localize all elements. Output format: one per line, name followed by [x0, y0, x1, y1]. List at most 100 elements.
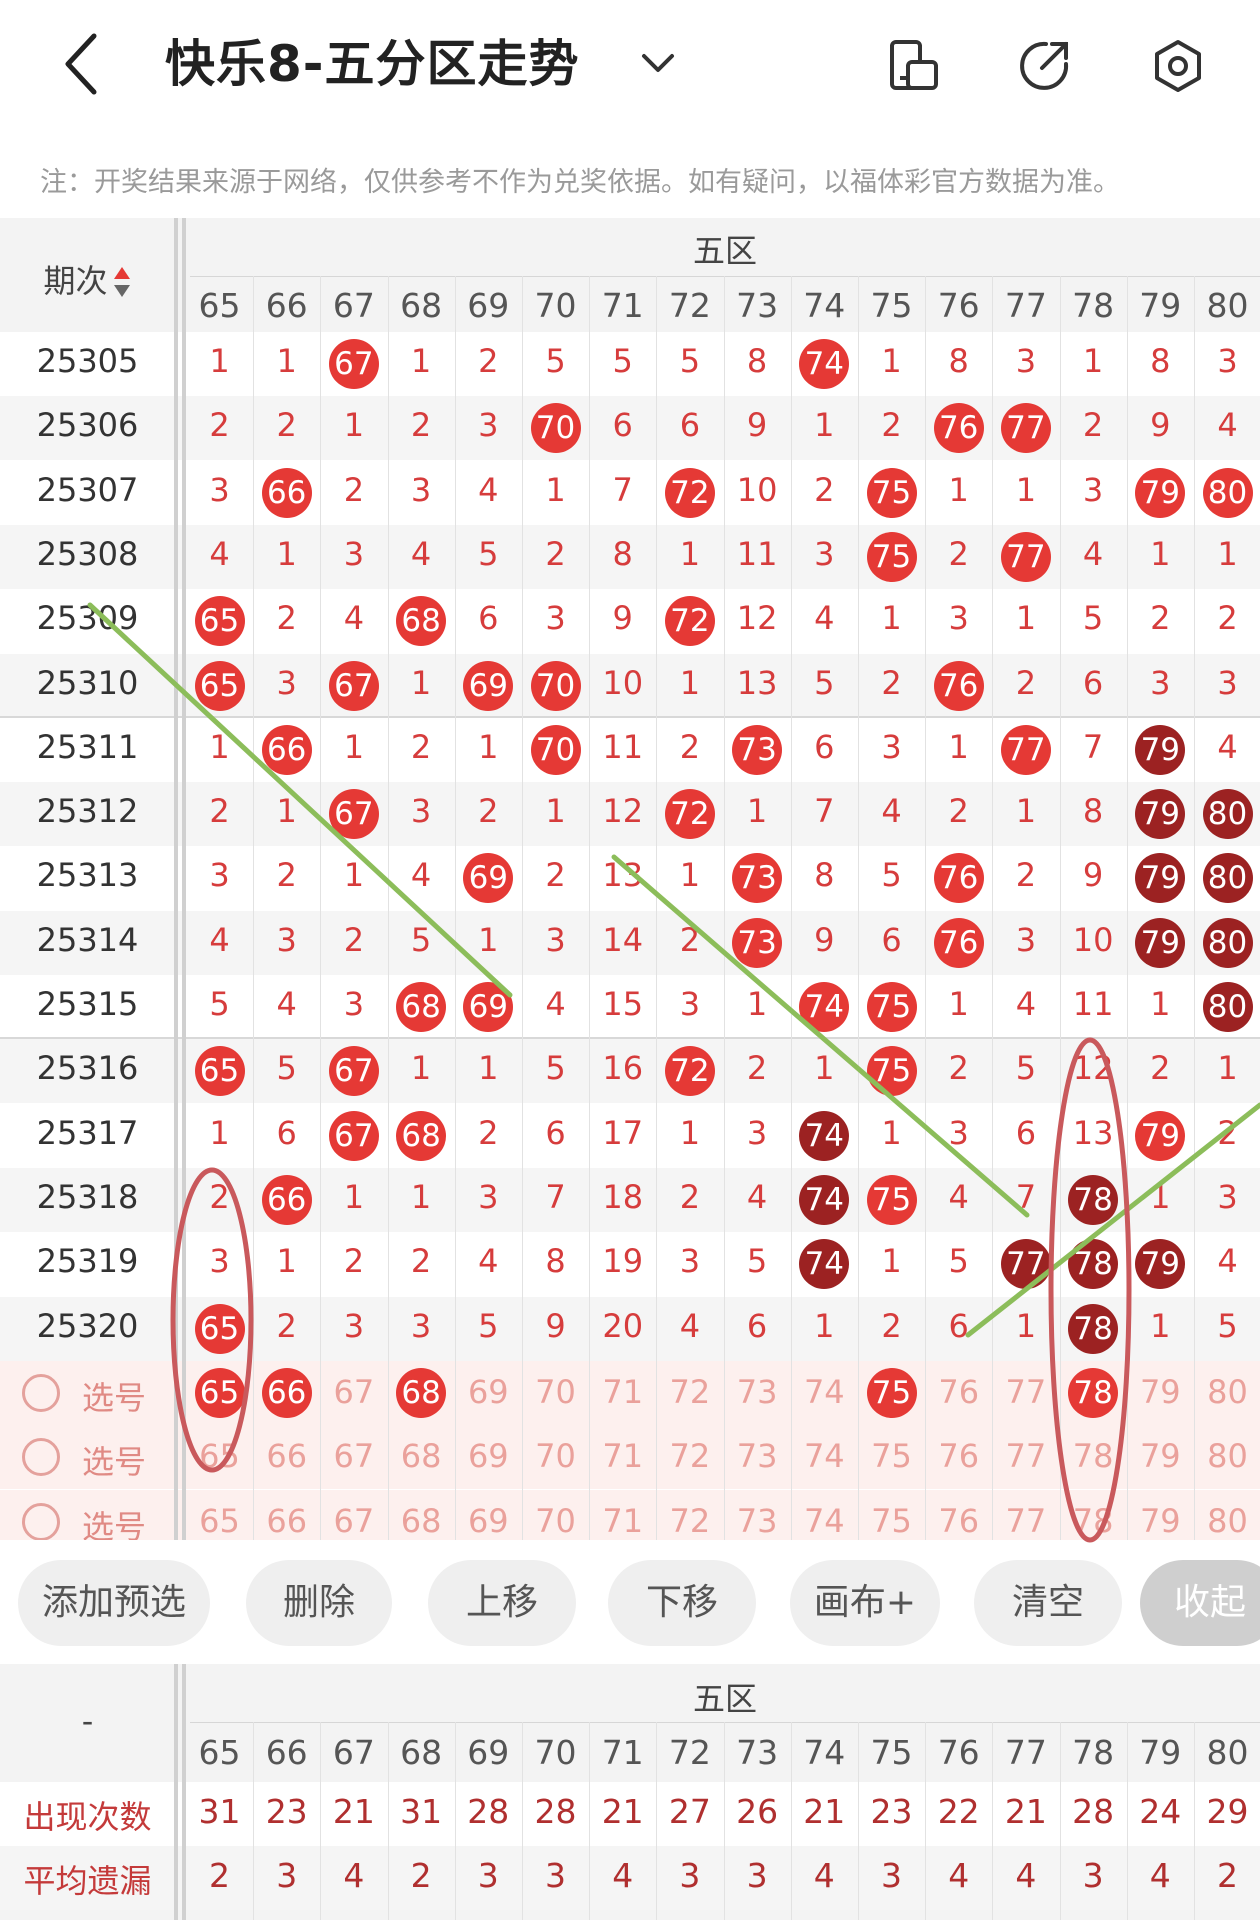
selectable-number[interactable]: 79 [1127, 1373, 1194, 1411]
drawn-number-ball: 78 [1068, 1303, 1119, 1354]
drawn-number-ball: 65 [194, 1046, 245, 1097]
select-label[interactable]: 选号 [82, 1373, 146, 1419]
selectable-number[interactable]: 69 [455, 1437, 522, 1475]
selectable-number[interactable]: 76 [925, 1437, 992, 1475]
selectable-number[interactable]: 78 [1060, 1437, 1127, 1475]
selectable-number[interactable]: 78 [1060, 1502, 1127, 1540]
selectable-number[interactable]: 72 [656, 1502, 723, 1540]
drawn-number-ball: 79 [1135, 467, 1186, 518]
selectable-number[interactable]: 69 [455, 1502, 522, 1540]
selectable-number[interactable]: 80 [1194, 1502, 1260, 1540]
chevron-down-icon[interactable] [638, 44, 678, 84]
selectable-number[interactable]: 74 [791, 1373, 858, 1411]
selectable-number[interactable]: 65 [186, 1502, 253, 1540]
stats-value: 24 [1139, 1792, 1182, 1831]
action-button[interactable]: 下移 [608, 1560, 756, 1646]
share-icon[interactable] [1016, 38, 1072, 94]
selectable-number[interactable]: 70 [522, 1373, 589, 1411]
action-button[interactable]: 删除 [246, 1560, 392, 1646]
selectable-number[interactable]: 66 [253, 1437, 320, 1475]
stats-value: 3 [881, 1856, 902, 1895]
selectable-number[interactable]: 80 [1194, 1373, 1260, 1411]
picked-number-ball[interactable]: 75 [866, 1368, 917, 1418]
selectable-number[interactable]: 73 [724, 1502, 791, 1540]
selectable-number[interactable]: 80 [1194, 1437, 1260, 1475]
period-sort-header[interactable]: 期次 [0, 256, 175, 302]
select-radio[interactable] [22, 1374, 60, 1412]
selectable-number[interactable]: 72 [656, 1373, 723, 1411]
chevron-left-icon[interactable] [58, 30, 106, 98]
selectable-number[interactable]: 79 [1127, 1502, 1194, 1540]
selectable-number[interactable]: 68 [388, 1502, 455, 1540]
selectable-number[interactable]: 75 [858, 1502, 925, 1540]
omission-count: 4 [1217, 1242, 1238, 1281]
selectable-number[interactable]: 67 [320, 1373, 387, 1411]
omission-count: 4 [746, 1177, 768, 1216]
selectable-number[interactable]: 79 [1127, 1437, 1194, 1475]
picked-number-ball[interactable]: 66 [261, 1368, 312, 1418]
grid-line [589, 1722, 591, 1920]
action-button[interactable]: 上移 [428, 1560, 576, 1646]
omission-count: 3 [1015, 342, 1037, 380]
selectable-number[interactable]: 75 [858, 1437, 925, 1475]
drawn-number-ball: 75 [866, 1174, 917, 1225]
selectable-number[interactable]: 68 [388, 1437, 455, 1475]
drawn-number-ball: 78 [1068, 1174, 1119, 1225]
selectable-number[interactable]: 76 [925, 1373, 992, 1411]
omission-count: 3 [410, 1306, 432, 1345]
selectable-number[interactable]: 77 [992, 1437, 1059, 1475]
selectable-number[interactable]: 73 [724, 1373, 791, 1411]
action-button[interactable]: 添加预选 [18, 1560, 210, 1646]
selectable-number[interactable]: 65 [186, 1437, 253, 1475]
selectable-number[interactable]: 70 [522, 1437, 589, 1475]
picked-number-ball[interactable]: 65 [194, 1368, 245, 1418]
selectable-number[interactable]: 71 [589, 1373, 656, 1411]
omission-count: 5 [679, 342, 701, 380]
select-label[interactable]: 选号 [82, 1437, 146, 1483]
stats-value: 21 [803, 1792, 846, 1831]
selectable-number[interactable]: 74 [791, 1437, 858, 1475]
omission-count: 16 [602, 1049, 644, 1088]
action-button[interactable]: 画布+ [790, 1560, 940, 1646]
omission-count: 4 [1015, 985, 1037, 1023]
device-rotate-icon[interactable] [886, 38, 942, 94]
action-button[interactable]: 清空 [974, 1560, 1122, 1646]
selectable-number[interactable]: 72 [656, 1437, 723, 1475]
drawn-number-ball: 66 [261, 724, 312, 775]
grid-line [589, 276, 591, 1540]
selectable-number[interactable]: 69 [455, 1373, 522, 1411]
stats-value: 4 [1149, 1856, 1171, 1895]
grid-line [387, 1722, 389, 1920]
selectable-number[interactable]: 71 [589, 1502, 656, 1540]
omission-count: 13 [736, 663, 778, 702]
stats-column-header: 77 [1004, 1733, 1047, 1772]
picked-number-ball[interactable]: 68 [396, 1368, 447, 1418]
settings-icon[interactable] [1150, 38, 1206, 94]
action-button[interactable]: 收起 [1140, 1560, 1260, 1646]
selectable-number[interactable]: 67 [320, 1437, 387, 1475]
drawn-number-ball: 67 [328, 789, 379, 840]
column-header: 71 [601, 286, 644, 325]
selectable-number[interactable]: 70 [522, 1502, 589, 1540]
omission-count: 1 [478, 727, 499, 766]
omission-count: 2 [881, 663, 902, 702]
select-radio[interactable] [22, 1502, 60, 1541]
picked-number-ball[interactable]: 78 [1068, 1368, 1119, 1418]
grid-line [1126, 276, 1128, 1540]
omission-count: 3 [209, 1242, 230, 1281]
drawn-number-ball: 74 [799, 982, 850, 1032]
selectable-number[interactable]: 76 [925, 1502, 992, 1540]
selectable-number[interactable]: 67 [320, 1502, 387, 1540]
omission-count: 1 [814, 406, 835, 445]
selectable-number[interactable]: 66 [253, 1502, 320, 1540]
selectable-number[interactable]: 73 [724, 1437, 791, 1475]
drawn-number-ball: 73 [732, 724, 783, 775]
selectable-number[interactable]: 77 [992, 1502, 1059, 1540]
period-number: 25314 [36, 920, 139, 959]
selectable-number[interactable]: 74 [791, 1502, 858, 1540]
omission-count: 6 [881, 920, 902, 959]
stats-value: 4 [343, 1856, 365, 1895]
sort-icon[interactable] [112, 265, 132, 301]
selectable-number[interactable]: 77 [992, 1373, 1059, 1411]
selectable-number[interactable]: 71 [589, 1437, 656, 1475]
